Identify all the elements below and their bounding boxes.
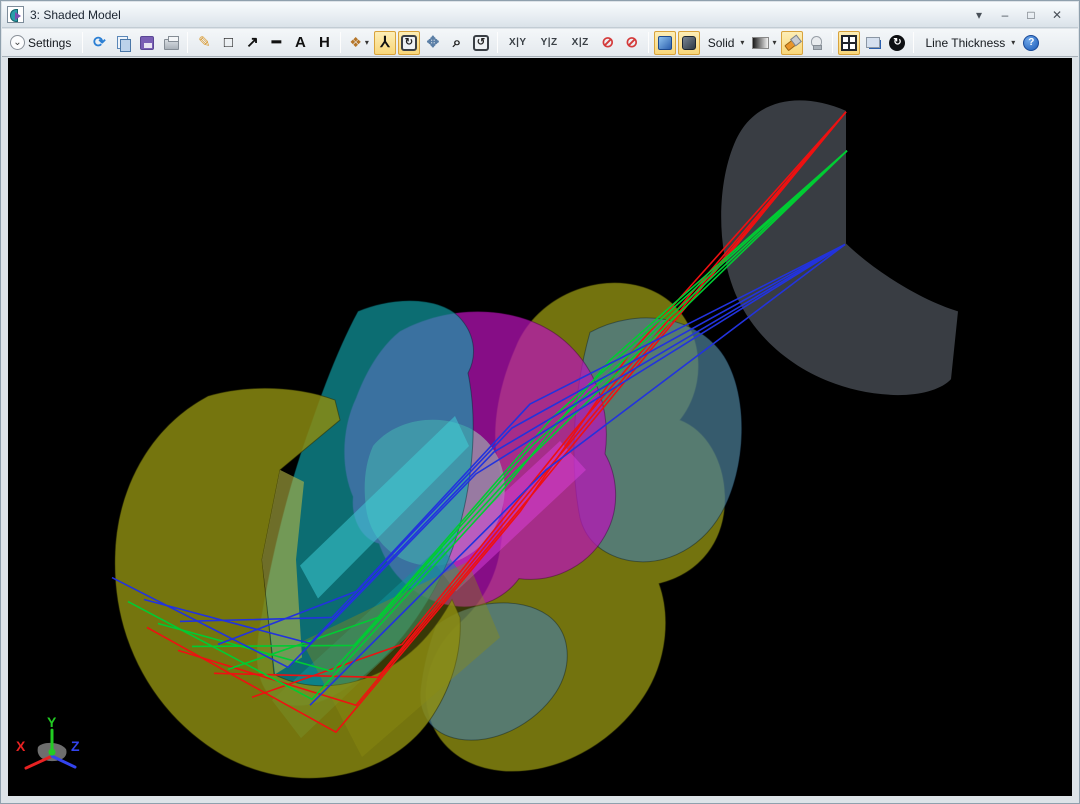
toolbar-separator — [497, 32, 498, 53]
rotate-3d-icon: ⅄ — [380, 35, 389, 50]
view-yz-button[interactable]: Y|Z — [535, 31, 564, 55]
background-gradient-button[interactable]: ▾ — [749, 31, 779, 55]
annotate-rectangle-icon: □ — [224, 35, 233, 50]
line-thickness-button[interactable]: Line Thickness▾ — [919, 31, 1018, 55]
line-thickness-caret-icon: ▾ — [1011, 38, 1015, 47]
split-window-button[interactable] — [838, 31, 860, 55]
cascade-windows-icon — [869, 40, 881, 49]
annotate-rectangle-button[interactable]: □ — [217, 31, 239, 55]
window-menu-button[interactable]: ▾ — [968, 6, 990, 24]
title-bar: 3: Shaded Model ▾–□✕ — [2, 2, 1078, 28]
toolbar-separator — [187, 32, 188, 53]
view-xz-label: X|Z — [569, 37, 592, 48]
annotate-line-button[interactable]: ━ — [265, 31, 287, 55]
annotate-text-box-button[interactable]: H — [313, 31, 335, 55]
window-icon[interactable] — [7, 6, 24, 23]
triad-label-z: Z — [71, 738, 80, 754]
print-icon — [164, 39, 179, 50]
shading-mode-button[interactable]: Solid▾ — [702, 31, 748, 55]
annotate-text-box-icon: H — [319, 35, 330, 50]
flashlight-icon — [784, 35, 800, 51]
background-gradient-caret-icon: ▾ — [772, 38, 776, 47]
close-button[interactable]: ✕ — [1046, 6, 1068, 24]
scene-canvas[interactable]: X YZ — [8, 58, 1072, 796]
lock-rotation-x-icon: ⊘ — [625, 35, 638, 50]
solid-display-button[interactable] — [678, 31, 700, 55]
annotate-arrow-icon: ↗ — [246, 35, 259, 50]
pan-view-button[interactable]: ✥ — [422, 31, 444, 55]
window-title: 3: Shaded Model — [30, 8, 121, 22]
zoom-view-icon: ⌕ — [453, 35, 461, 50]
reset-view-icon: ↺ — [473, 35, 489, 51]
annotate-text-button[interactable]: A — [289, 31, 311, 55]
print-button[interactable] — [160, 31, 182, 55]
toolbar-separator — [648, 32, 649, 53]
annotate-arrow-button[interactable]: ↗ — [241, 31, 263, 55]
toolbar: ⌄Settings⟳✎□↗━AH❖▾⅄↻✥⌕↺X|YY|ZX|Z⊘⊘Solid▾… — [2, 29, 1078, 57]
shaded-model-window: 3: Shaded Model ▾–□✕ ⌄Settings⟳✎□↗━AH❖▾⅄… — [0, 0, 1080, 804]
view-xy-button[interactable]: X|Y — [503, 31, 533, 55]
save-image-icon — [140, 36, 154, 50]
triad-label-x: X — [16, 738, 26, 754]
settings-label: Settings — [25, 36, 74, 50]
lock-rotation-y-button[interactable]: ⊘ — [597, 31, 619, 55]
help-icon: ? — [1023, 35, 1039, 51]
lock-rotation-y-icon: ⊘ — [601, 35, 614, 50]
auto-update-icon: ↻ — [889, 35, 905, 51]
orbit-tool-button[interactable]: ❖▾ — [346, 31, 372, 55]
shading-mode-caret-icon: ▾ — [740, 38, 744, 47]
orbit-tool-caret-icon: ▾ — [365, 38, 369, 47]
toolbar-separator — [340, 32, 341, 53]
maximize-button[interactable]: □ — [1020, 6, 1042, 24]
light-source-icon — [811, 36, 822, 47]
triad-axis-x — [26, 756, 52, 768]
shading-mode-label: Solid — [705, 36, 738, 50]
update-button[interactable]: ⟳ — [88, 31, 110, 55]
toolbar-separator — [832, 32, 833, 53]
settings-icon: ⌄ — [10, 35, 25, 50]
solid-display-icon — [682, 36, 696, 50]
auto-update-button[interactable]: ↻ — [886, 31, 908, 55]
background-gradient-icon — [752, 37, 769, 49]
pan-view-icon: ✥ — [427, 35, 440, 50]
annotate-pencil-icon: ✎ — [198, 35, 211, 50]
rotate-view-button[interactable]: ↻ — [398, 31, 420, 55]
cascade-windows-button[interactable] — [862, 31, 884, 55]
split-window-icon — [841, 35, 857, 51]
annotate-text-icon: A — [295, 35, 306, 50]
reset-view-button[interactable]: ↺ — [470, 31, 492, 55]
view-xz-button[interactable]: X|Z — [566, 31, 595, 55]
rotate-view-icon: ↻ — [401, 35, 417, 51]
caption-buttons: ▾–□✕ — [968, 6, 1078, 24]
shaded-display-icon — [658, 36, 672, 50]
rotate-3d-button[interactable]: ⅄ — [374, 31, 396, 55]
triad-origin-dot — [49, 749, 56, 756]
toolbar-separator — [913, 32, 914, 53]
line-thickness-label: Line Thickness — [922, 36, 1008, 50]
triad-label-y: Y — [47, 714, 57, 730]
shaded-model-viewport[interactable]: X YZ — [8, 58, 1072, 796]
orbit-tool-icon: ❖ — [349, 34, 362, 51]
view-xy-label: X|Y — [506, 37, 530, 48]
minimize-button[interactable]: – — [994, 6, 1016, 24]
zoom-view-button[interactable]: ⌕ — [446, 31, 468, 55]
view-yz-label: Y|Z — [538, 37, 561, 48]
shaded-display-button[interactable] — [654, 31, 676, 55]
lock-rotation-x-button[interactable]: ⊘ — [621, 31, 643, 55]
toolbar-separator — [82, 32, 83, 53]
copy-to-clipboard-icon — [117, 36, 130, 50]
update-icon: ⟳ — [93, 35, 106, 50]
settings-button[interactable]: ⌄Settings — [7, 31, 77, 55]
annotate-pencil-button[interactable]: ✎ — [193, 31, 215, 55]
annotate-line-icon: ━ — [272, 35, 281, 50]
copy-to-clipboard-button[interactable] — [112, 31, 134, 55]
save-image-button[interactable] — [136, 31, 158, 55]
flashlight-button[interactable] — [781, 31, 803, 55]
light-source-button[interactable] — [805, 31, 827, 55]
help-button[interactable]: ? — [1020, 31, 1042, 55]
